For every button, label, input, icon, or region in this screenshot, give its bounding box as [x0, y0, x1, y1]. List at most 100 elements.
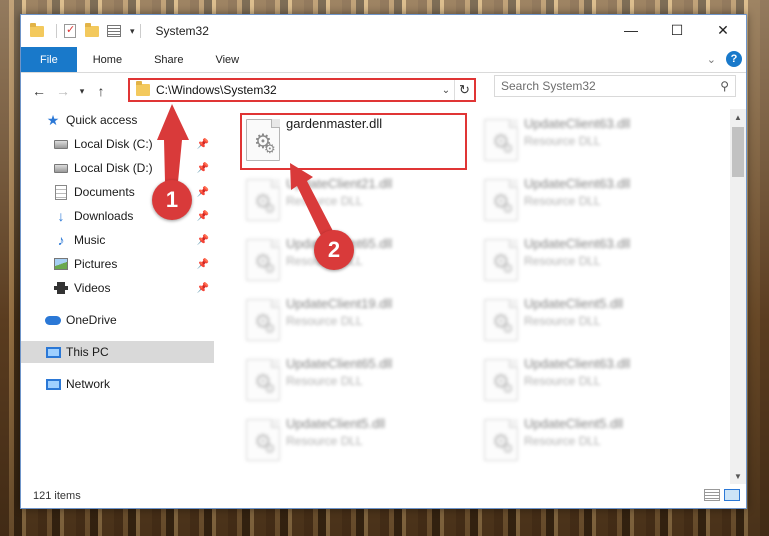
file-name: UpdateClient63.dll — [524, 356, 631, 371]
file-name: UpdateClient5.dll — [524, 416, 624, 431]
sidebar-item-videos[interactable]: Videos 📌 — [21, 277, 214, 299]
dll-file-icon: ⚙ ⚙ — [246, 239, 280, 281]
window-controls: — ☐ ✕ — [608, 15, 746, 45]
dll-file-icon: ⚙ ⚙ — [484, 179, 518, 221]
pictures-icon — [53, 256, 69, 272]
file-item[interactable]: ⚙ ⚙ UpdateClient63.dll Resource DLL — [478, 115, 698, 167]
scrollbar-thumb[interactable] — [732, 127, 744, 177]
tab-view[interactable]: View — [199, 47, 255, 72]
scroll-up-arrow-icon[interactable]: ▲ — [730, 109, 746, 125]
search-box[interactable]: Search System32 ⚲ — [494, 75, 736, 97]
drive-icon — [53, 160, 69, 176]
close-button[interactable]: ✕ — [700, 15, 746, 45]
details-view-icon[interactable] — [704, 489, 720, 501]
documents-icon — [53, 184, 69, 200]
properties-check-icon[interactable] — [62, 23, 78, 38]
file-type: Resource DLL — [286, 434, 363, 448]
file-name: UpdateClient21.dll — [286, 176, 393, 191]
music-icon: ♪ — [57, 232, 65, 248]
file-type: Resource DLL — [286, 314, 363, 328]
pin-icon: 📌 — [196, 282, 209, 294]
vertical-scrollbar[interactable]: ▲ ▼ — [730, 109, 746, 484]
forward-arrow-icon[interactable]: → — [51, 79, 75, 103]
address-bar[interactable]: C:\Windows\System32 ⌄ ↻ — [128, 78, 476, 102]
file-item[interactable]: ⚙ ⚙ UpdateClient63.dll Resource DLL — [478, 355, 698, 407]
sidebar-item-label: Downloads — [74, 209, 134, 223]
scroll-down-arrow-icon[interactable]: ▼ — [730, 468, 746, 484]
file-type: Resource DLL — [524, 254, 601, 268]
folder-icon — [136, 81, 150, 96]
pin-icon: 📌 — [196, 258, 209, 270]
file-item[interactable]: ⚙ ⚙ UpdateClient19.dll Resource DLL — [240, 295, 460, 347]
back-arrow-icon[interactable]: ← — [27, 79, 51, 103]
sidebar-item-label: Pictures — [74, 257, 118, 271]
tab-home[interactable]: Home — [77, 47, 138, 72]
file-name: UpdateClient5.dll — [524, 296, 624, 311]
file-name: UpdateClient5.dll — [286, 416, 386, 431]
sidebar-item-label: Videos — [74, 281, 111, 295]
customize-toolbar-chevron-icon[interactable]: ▾ — [130, 26, 135, 37]
sidebar-item-label: Local Disk (D:) — [74, 161, 153, 175]
sidebar-item-onedrive[interactable]: OneDrive — [21, 309, 214, 331]
file-type: Resource DLL — [524, 194, 601, 208]
file-item[interactable]: ⚙⚙ UpdateClient65.dll Resource DLL — [240, 355, 460, 407]
tab-file[interactable]: File — [21, 47, 77, 72]
separator — [139, 24, 141, 38]
file-type: Resource DLL — [524, 314, 601, 328]
sidebar-item-pictures[interactable]: Pictures 📌 — [21, 253, 214, 275]
sidebar-item-network[interactable]: Network — [21, 373, 214, 395]
help-icon[interactable]: ? — [726, 51, 742, 67]
tab-share[interactable]: Share — [138, 47, 199, 72]
dll-file-icon: ⚙ ⚙ — [484, 299, 518, 341]
expand-ribbon-chevron-icon[interactable]: ⌄ — [707, 53, 716, 66]
ribbon-tabs: File Home Share View ⌄ ? — [21, 47, 746, 73]
dll-file-icon: ⚙ ⚙ — [484, 119, 518, 161]
sidebar-item-local-disk-d[interactable]: Local Disk (D:) 📌 — [21, 157, 214, 179]
file-type: Resource DLL — [524, 434, 601, 448]
step-badge-1: 1 — [152, 180, 192, 220]
sidebar-item-label: OneDrive — [66, 313, 117, 327]
address-dropdown-chevron-icon[interactable]: ⌄ — [438, 85, 454, 96]
sidebar-item-music[interactable]: ♪ Music 📌 — [21, 229, 214, 251]
dll-file-icon: ⚙ ⚙ — [246, 299, 280, 341]
up-arrow-icon[interactable]: ↑ — [89, 79, 113, 103]
large-icons-view-icon[interactable] — [724, 489, 740, 501]
sidebar-item-label: Documents — [74, 185, 135, 199]
sidebar-item-quick-access[interactable]: ★ Quick access — [21, 109, 214, 131]
sidebar-item-local-disk-c[interactable]: Local Disk (C:) 📌 — [21, 133, 214, 155]
navigation-pane: ★ Quick access Local Disk (C:) 📌 Local D… — [21, 109, 214, 484]
maximize-button[interactable]: ☐ — [654, 15, 700, 45]
file-name: UpdateClient63.dll — [524, 236, 631, 251]
new-folder-icon[interactable] — [84, 22, 100, 38]
search-input[interactable]: Search System32 — [501, 79, 720, 93]
file-name: UpdateClient63.dll — [524, 116, 631, 131]
sidebar-item-label: Local Disk (C:) — [74, 137, 153, 151]
status-bar: 121 items — [21, 484, 746, 508]
file-item[interactable]: ⚙ ⚙ UpdateClient63.dll Resource DLL — [478, 235, 698, 287]
file-type: Resource DLL — [524, 134, 601, 148]
address-text[interactable]: C:\Windows\System32 — [156, 83, 438, 97]
file-name: UpdateClient19.dll — [286, 296, 393, 311]
file-item[interactable]: ⚙ ⚙ UpdateClient5.dll Resource DLL — [240, 415, 460, 467]
minimize-button[interactable]: — — [608, 15, 654, 45]
file-item[interactable]: ⚙ ⚙ UpdateClient63.dll Resource DLL — [478, 175, 698, 227]
separator — [56, 24, 57, 38]
pin-icon: 📌 — [196, 234, 209, 246]
dll-file-icon: ⚙ ⚙ — [246, 179, 280, 221]
file-explorer-window: ▾ System32 — ☐ ✕ File Home Share View ⌄ … — [20, 14, 747, 509]
file-name: UpdateClient63.dll — [524, 176, 631, 191]
properties-icon[interactable] — [106, 24, 122, 38]
recent-locations-chevron-icon[interactable]: ▾ — [75, 79, 89, 103]
network-icon — [45, 376, 61, 392]
file-name: UpdateClient65.dll — [286, 356, 393, 371]
step-badge-2: 2 — [314, 230, 354, 270]
file-item[interactable]: ⚙ ⚙ UpdateClient5.dll Resource DLL — [478, 295, 698, 347]
dll-file-icon: ⚙ ⚙ — [246, 419, 280, 461]
file-item[interactable]: ⚙ ⚙ UpdateClient21.dll Resource DLL — [240, 175, 460, 227]
search-icon: ⚲ — [720, 79, 729, 93]
sidebar-item-this-pc[interactable]: This PC — [21, 341, 214, 363]
dll-file-icon: ⚙ ⚙ — [484, 359, 518, 401]
drive-icon — [53, 136, 69, 152]
refresh-icon[interactable]: ↻ — [454, 80, 474, 100]
file-item[interactable]: ⚙ ⚙ UpdateClient5.dll Resource DLL — [478, 415, 698, 467]
